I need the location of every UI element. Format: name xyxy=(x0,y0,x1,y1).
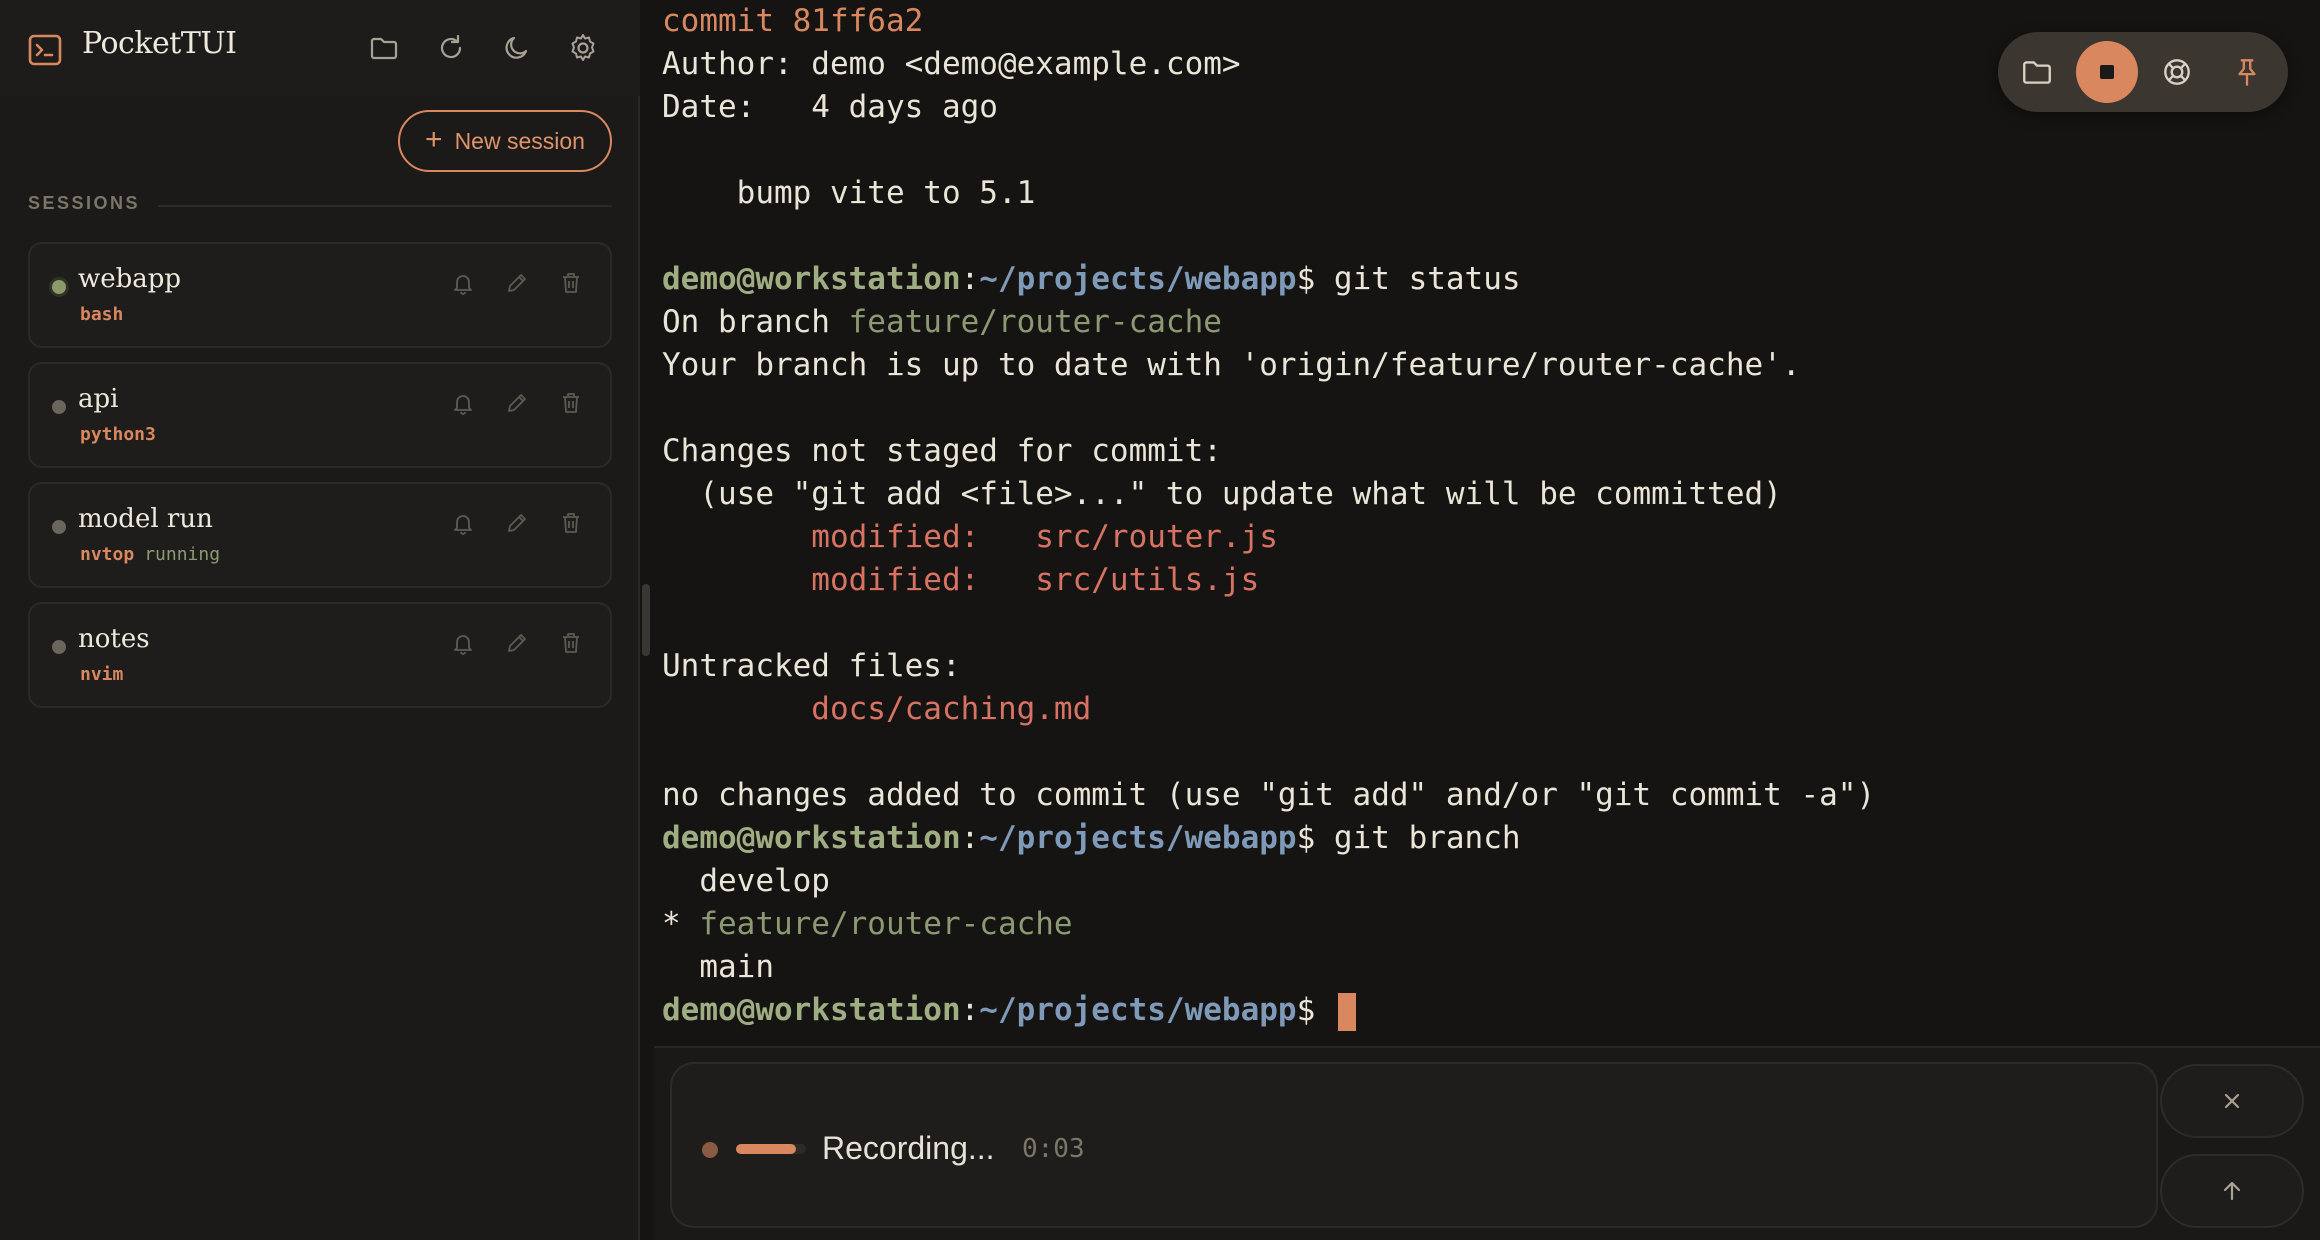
sessions-divider xyxy=(158,205,612,207)
terminal-line: (use "git add <file>..." to update what … xyxy=(662,476,1782,512)
terminal-line: On branch feature/router-cache xyxy=(662,304,1222,340)
sidebar-header: PocketTUI xyxy=(0,0,640,96)
terminal-output[interactable]: commit 81ff6a2 Author: demo <demo@exampl… xyxy=(654,0,2320,1046)
session-status-text: running xyxy=(144,544,221,565)
pencil-icon[interactable] xyxy=(500,506,534,540)
session-command: nvim xyxy=(80,664,124,685)
pencil-icon[interactable] xyxy=(500,626,534,660)
terminal-prompt-line: demo@workstation:~/projects/webapp$ git … xyxy=(662,820,1521,856)
input-area: Recording... 0:03 xyxy=(654,1046,2320,1240)
terminal-line: Date: 4 days ago xyxy=(662,89,998,125)
cancel-recording-button[interactable] xyxy=(2160,1064,2304,1138)
moon-icon[interactable] xyxy=(497,28,537,68)
session-name: model run xyxy=(78,504,213,534)
stop-icon xyxy=(2100,65,2114,79)
session-name: notes xyxy=(78,624,150,654)
session-status-dot xyxy=(52,520,66,534)
lifebuoy-icon[interactable] xyxy=(2146,41,2208,103)
terminal-cursor xyxy=(1337,992,1356,1031)
terminal-line: * feature/router-cache xyxy=(662,906,1073,942)
folder-icon[interactable] xyxy=(2006,41,2068,103)
bell-icon[interactable] xyxy=(446,506,480,540)
terminal-line: modified: src/router.js xyxy=(662,519,1278,555)
pencil-icon[interactable] xyxy=(500,386,534,420)
session-item-model-run[interactable]: model run nvtop running xyxy=(28,482,612,588)
recording-level-fill xyxy=(736,1144,797,1154)
close-icon xyxy=(2224,1093,2240,1109)
pin-icon[interactable] xyxy=(2216,41,2278,103)
terminal-line: develop xyxy=(662,863,830,899)
app-title: PocketTUI xyxy=(82,26,237,61)
terminal-line: bump vite to 5.1 xyxy=(662,175,1036,211)
terminal-line: Untracked files: xyxy=(662,648,961,684)
sessions-heading: SESSIONS xyxy=(28,193,141,213)
sidebar-resize-handle[interactable] xyxy=(642,584,650,656)
session-status-dot xyxy=(52,400,66,414)
session-status-dot xyxy=(52,280,66,294)
trash-icon[interactable] xyxy=(554,506,588,540)
terminal-line: no changes added to commit (use "git add… xyxy=(662,777,1876,813)
session-command: python3 xyxy=(80,424,156,445)
terminal-line: Author: demo <demo@example.com> xyxy=(662,46,1241,82)
session-item-webapp[interactable]: webapp bash xyxy=(28,242,612,348)
bell-icon[interactable] xyxy=(446,266,480,300)
session-command: nvtop running xyxy=(80,544,221,565)
floating-toolbar xyxy=(1998,32,2288,112)
new-session-button[interactable]: + New session xyxy=(398,110,612,172)
terminal-line: Changes not staged for commit: xyxy=(662,433,1222,469)
bell-icon[interactable] xyxy=(446,626,480,660)
recording-timer: 0:03 xyxy=(1022,1134,1085,1164)
session-command: bash xyxy=(80,304,124,325)
refresh-icon[interactable] xyxy=(431,28,471,68)
terminal-line: docs/caching.md xyxy=(662,691,1092,727)
plus-icon: + xyxy=(425,122,443,156)
trash-icon[interactable] xyxy=(554,386,588,420)
session-name: webapp xyxy=(78,264,182,294)
session-name: api xyxy=(78,384,119,414)
session-status-dot xyxy=(52,640,66,654)
session-item-notes[interactable]: notes nvim xyxy=(28,602,612,708)
terminal-logo-icon xyxy=(28,34,62,66)
recording-level-bar xyxy=(736,1144,806,1154)
pencil-icon[interactable] xyxy=(500,266,534,300)
terminal-prompt-line: demo@workstation:~/projects/webapp$ xyxy=(662,989,1356,1032)
new-session-label: New session xyxy=(454,127,585,154)
session-item-api[interactable]: api python3 xyxy=(28,362,612,468)
terminal-prompt-line: demo@workstation:~/projects/webapp$ git … xyxy=(662,261,1521,297)
gear-icon[interactable] xyxy=(563,28,603,68)
trash-icon[interactable] xyxy=(554,266,588,300)
voice-recorder: Recording... 0:03 xyxy=(670,1062,2158,1228)
arrow-up-icon xyxy=(2223,1181,2241,1201)
stop-button[interactable] xyxy=(2076,41,2138,103)
sidebar: PocketTUI + New session SESSIONS webapp … xyxy=(0,0,640,1240)
trash-icon[interactable] xyxy=(554,626,588,660)
send-recording-button[interactable] xyxy=(2160,1154,2304,1228)
recording-indicator-dot xyxy=(702,1142,718,1158)
folder-icon[interactable] xyxy=(364,28,404,68)
bell-icon[interactable] xyxy=(446,386,480,420)
recording-label: Recording... xyxy=(822,1130,995,1166)
terminal-line: main xyxy=(662,949,774,985)
terminal-line: Your branch is up to date with 'origin/f… xyxy=(662,347,1801,383)
terminal-line: modified: src/utils.js xyxy=(662,562,1260,598)
terminal-line: commit 81ff6a2 xyxy=(662,3,924,39)
